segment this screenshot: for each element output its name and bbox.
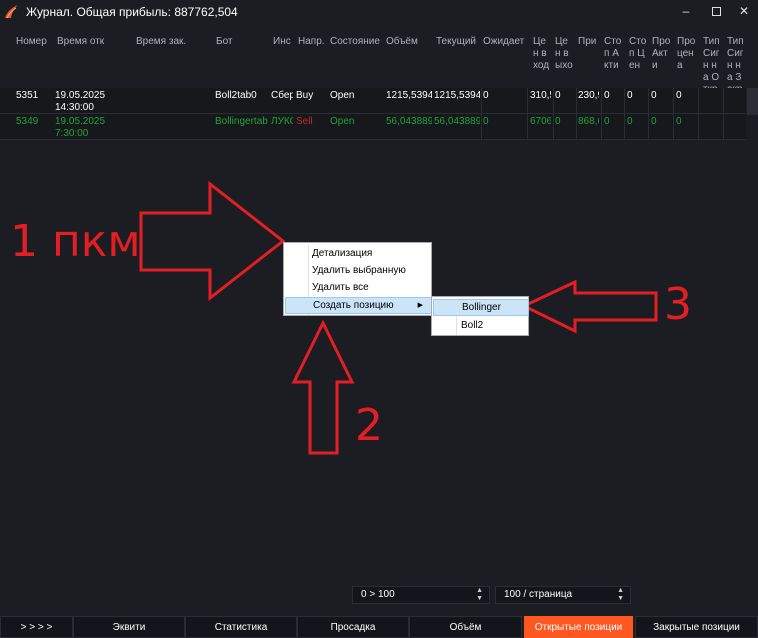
menu-item-create-position-label: Создать позицию xyxy=(313,300,394,311)
tab-volume[interactable]: Объём xyxy=(409,616,522,638)
menu-item-delete-selected[interactable]: Удалить выбранную xyxy=(285,262,432,279)
page-range-stepper[interactable]: 0 > 100 ▲ ▼ xyxy=(352,586,490,604)
tab-closed-positions[interactable]: Закрытые позиции xyxy=(635,616,758,638)
submenu-arrow-icon: ▶ xyxy=(417,302,423,309)
tab-statistics[interactable]: Статистика xyxy=(185,616,297,638)
menu-item-details[interactable]: Детализация xyxy=(285,245,432,262)
menu-item-delete-all[interactable]: Удалить все xyxy=(285,279,432,296)
annotation-label-2: 2 xyxy=(355,400,383,451)
tab-equity[interactable]: Эквити xyxy=(73,616,185,638)
tab-expand[interactable]: > > > > xyxy=(0,616,73,638)
annotation-label-3: 3 xyxy=(664,279,692,330)
annotation-arrow-1 xyxy=(139,180,286,302)
spin-arrows-icon[interactable]: ▲ ▼ xyxy=(476,587,483,603)
context-menu: Детализация Удалить выбранную Удалить вс… xyxy=(283,242,432,316)
spin-arrows-icon[interactable]: ▲ ▼ xyxy=(617,587,624,603)
submenu-item-boll2[interactable]: Boll2 xyxy=(433,317,529,334)
page-range-value: 0 > 100 xyxy=(361,589,395,600)
bottom-tab-bar: > > > > Эквити Статистика Просадка Объём… xyxy=(0,616,758,638)
menu-item-create-position[interactable]: Создать позицию ▶ xyxy=(285,297,432,314)
annotation-arrow-2 xyxy=(291,319,355,455)
create-position-submenu: Bollinger Boll2 xyxy=(431,296,529,336)
submenu-item-bollinger[interactable]: Bollinger xyxy=(433,299,529,316)
annotation-overlay xyxy=(139,180,658,455)
annotation-label-1: 1 пкм xyxy=(10,216,141,267)
page-size-select[interactable]: 100 / страница ▲ ▼ xyxy=(495,586,631,604)
annotation-arrow-3 xyxy=(520,279,658,334)
page-size-value: 100 / страница xyxy=(504,589,573,600)
tab-drawdown[interactable]: Просадка xyxy=(297,616,409,638)
tab-open-positions[interactable]: Открытые позиции xyxy=(524,616,633,638)
